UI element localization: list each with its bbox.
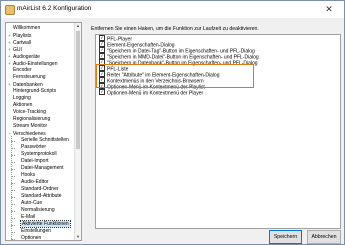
tree-item[interactable]: Fernsteuerung bbox=[8, 74, 46, 81]
tree-connector bbox=[11, 182, 15, 184]
scroll-up-icon[interactable]: ▲ bbox=[75, 23, 81, 29]
tree-item-label: Standard-Ordner bbox=[21, 186, 59, 192]
tree-item[interactable]: − Verschiedenes bbox=[8, 130, 46, 137]
tree-item-label: Standard-Attribute bbox=[21, 193, 62, 199]
tree-connector bbox=[11, 231, 15, 233]
tree-item-label: Serielle Schnittstellen bbox=[21, 137, 69, 143]
tree-item[interactable]: Standard-Attribute bbox=[16, 193, 62, 200]
tree-item-label: Optionen bbox=[21, 235, 42, 241]
tree-item[interactable]: Normalisierung bbox=[16, 207, 55, 214]
tree-item[interactable]: Aktionen bbox=[8, 102, 32, 109]
tree-item-label: Voice-Tracking bbox=[13, 109, 46, 115]
tree-connector bbox=[11, 196, 15, 198]
tree-connector bbox=[11, 168, 15, 170]
tree-item[interactable]: Hooks bbox=[16, 172, 35, 179]
tree-item[interactable]: Audio-Editor bbox=[16, 179, 49, 186]
save-button[interactable]: Speichern bbox=[269, 230, 302, 244]
resize-grip-icon[interactable]: ⋰ bbox=[337, 237, 343, 243]
tree-item-label: Fernsteuerung bbox=[13, 74, 46, 80]
cancel-button[interactable]: Abbrechen bbox=[307, 230, 341, 244]
tree-item-label: Datei-Import bbox=[21, 158, 49, 164]
tree-item[interactable]: + Audio-Einstellungen bbox=[8, 60, 57, 67]
tree-item-label: Logging bbox=[13, 95, 31, 101]
tree-item[interactable]: Auto-Cue bbox=[16, 200, 42, 207]
tree-connector bbox=[11, 203, 15, 205]
tree-item[interactable]: Serielle Schnittstellen bbox=[16, 137, 69, 144]
title-bar: mAirList 6.2 Konfiguration ✕ bbox=[1, 1, 344, 18]
tree-item[interactable]: + Playlists bbox=[8, 32, 31, 39]
feature-option[interactable]: ✓ Optionen-Menü im Kontextmenü der Player bbox=[99, 89, 204, 97]
tree-connector bbox=[11, 189, 15, 191]
tree-item[interactable]: Datei-Management bbox=[16, 165, 64, 172]
tree-connector bbox=[11, 238, 15, 240]
settings-tree[interactable]: ▲ ▼ Willkommen + Playlists + Cartwall + GUI + Au… bbox=[5, 22, 82, 241]
tree-item[interactable]: Datei-Import bbox=[16, 158, 49, 165]
tree-item[interactable]: Voice-Tracking bbox=[8, 109, 46, 116]
tree-item[interactable]: Encoder bbox=[8, 67, 32, 74]
tree-item-label: Aktivierte Funktionen bbox=[20, 220, 71, 228]
tree-item-label: Datei-Management bbox=[21, 165, 64, 171]
tree-item-label: E-Mail bbox=[21, 214, 36, 220]
option-label: Optionen-Menü im Kontextmenü der Player bbox=[107, 90, 204, 97]
tree-item-label: Stream Monitor bbox=[13, 123, 48, 129]
instruction-text: Entfernen Sie einen Haken, um die Funkti… bbox=[91, 26, 259, 32]
tree-item[interactable]: Regionalisierung bbox=[8, 116, 50, 123]
tree-item-label: Willkommen bbox=[13, 25, 41, 31]
tree-connector bbox=[11, 154, 15, 156]
tree-connector bbox=[11, 161, 15, 163]
highlight-box bbox=[96, 64, 254, 88]
tree-item[interactable]: + Datenbanken bbox=[8, 81, 43, 88]
tree-item[interactable]: + GUI bbox=[8, 46, 22, 53]
tree-item[interactable]: E-Mail bbox=[16, 214, 35, 221]
tree-item-label: Aktionen bbox=[13, 102, 33, 108]
tree-connector bbox=[11, 217, 15, 219]
tree-item[interactable]: + Cartwall bbox=[8, 39, 31, 46]
tree-item[interactable]: + Audiogeräte bbox=[8, 53, 40, 60]
tree-item-label: Auto-Cue bbox=[21, 200, 43, 206]
tree-item-label: Passwörter bbox=[21, 144, 47, 150]
checkbox[interactable]: ✓ bbox=[99, 89, 105, 95]
tree-item[interactable]: Stream Monitor bbox=[8, 123, 47, 130]
tree-item[interactable]: Logging bbox=[8, 95, 31, 102]
scroll-thumb[interactable] bbox=[76, 31, 80, 149]
tree-item[interactable]: Willkommen bbox=[8, 25, 40, 32]
tree-item-label: Regionalisierung bbox=[13, 116, 51, 122]
tree-item[interactable]: Standard-Ordner bbox=[16, 186, 59, 193]
tree-item-label: Audio-Editor bbox=[21, 179, 49, 185]
window-title: mAirList 6.2 Konfiguration bbox=[17, 5, 92, 12]
tree-item[interactable]: Einstellungen bbox=[16, 228, 51, 235]
tree-item-label: Encoder bbox=[13, 67, 32, 73]
tree-scrollbar[interactable]: ▲ ▼ bbox=[74, 23, 81, 240]
tree-item-label: Normalisierung bbox=[21, 207, 55, 213]
tree-connector bbox=[11, 224, 15, 226]
tree-item[interactable]: Optionen bbox=[16, 235, 42, 241]
tree-connector bbox=[11, 175, 15, 177]
scroll-down-icon[interactable]: ▼ bbox=[75, 234, 81, 240]
tree-connector bbox=[11, 210, 15, 212]
tree-item-label: Hooks bbox=[21, 172, 36, 178]
tree-item-label: Systemprotokoll bbox=[21, 151, 57, 157]
tree-item[interactable]: Systemprotokoll bbox=[16, 151, 57, 158]
tree-item[interactable]: Aktivierte Funktionen bbox=[16, 220, 71, 228]
close-button[interactable]: ✕ bbox=[316, 2, 342, 16]
tree-item[interactable]: Hintergrund-Scripts bbox=[8, 88, 56, 95]
tree-item[interactable]: Passwörter bbox=[16, 144, 46, 151]
app-icon bbox=[5, 5, 15, 15]
tree-connector bbox=[11, 140, 15, 142]
tree-item-label: Hintergrund-Scripts bbox=[13, 88, 57, 94]
tree-item-label: Einstellungen bbox=[21, 228, 52, 234]
tree-connector bbox=[11, 147, 15, 149]
